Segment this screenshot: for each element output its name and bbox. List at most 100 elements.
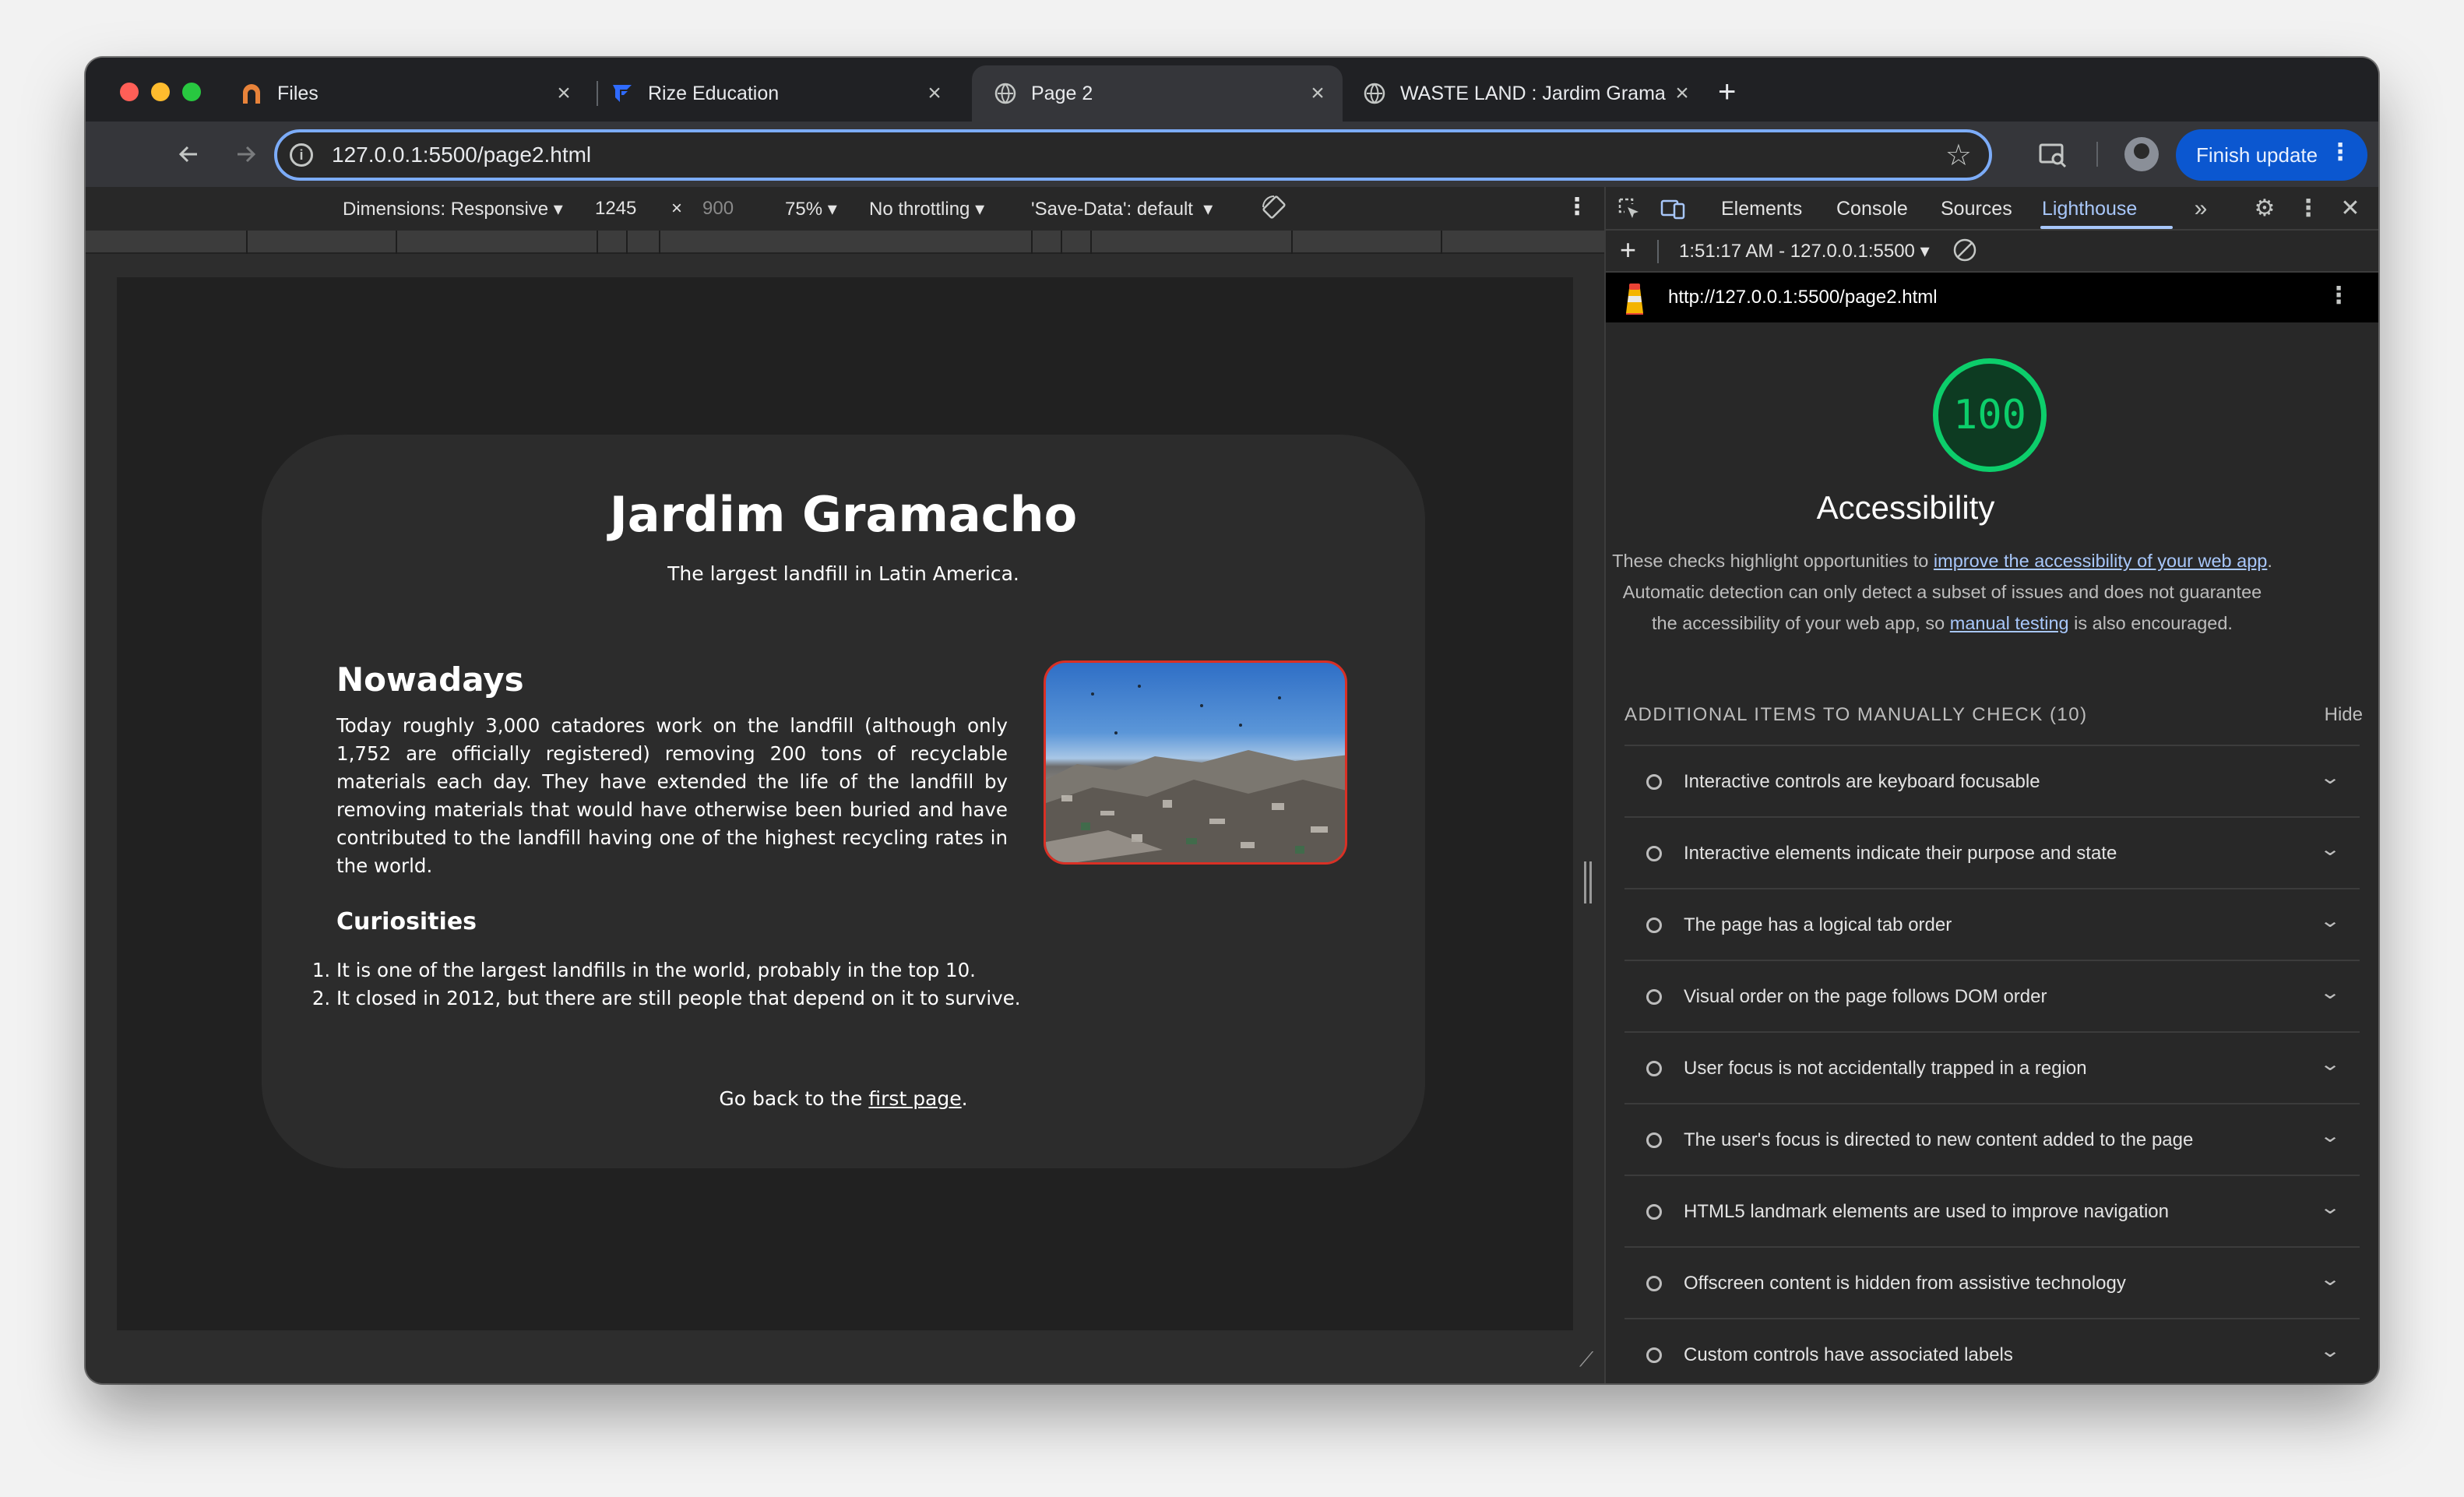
tab-close-icon[interactable]: ×: [1667, 80, 1698, 107]
expand-chevron-icon[interactable]: ⌄: [2319, 766, 2341, 789]
cast-icon[interactable]: [2037, 139, 2068, 170]
tab-files[interactable]: Files ×: [218, 65, 589, 122]
expand-chevron-icon[interactable]: ⌄: [2319, 1053, 2341, 1076]
active-tab-indicator: [2040, 226, 2173, 229]
score-value: 100: [1953, 392, 2026, 439]
audit-row[interactable]: User focus is not accidentally trapped i…: [1624, 1031, 2360, 1103]
manual-testing-link[interactable]: manual testing: [1950, 613, 2069, 633]
expand-chevron-icon[interactable]: ⌄: [2319, 910, 2341, 932]
viewport-resize-handle-right[interactable]: [1584, 861, 1592, 903]
finish-update-button[interactable]: Finish update ⋮: [2176, 129, 2367, 181]
rotate-icon[interactable]: [1260, 193, 1288, 227]
audit-title: Offscreen content is hidden from assisti…: [1684, 1273, 2126, 1294]
height-input[interactable]: 900: [702, 198, 734, 220]
tab-waste-land[interactable]: WASTE LAND : Jardim Grama ×: [1341, 65, 1707, 122]
devtools-more-icon[interactable]: ⋮: [2296, 196, 2321, 221]
audit-title: HTML5 landmark elements are used to impr…: [1684, 1201, 2169, 1222]
save-data-select[interactable]: 'Save-Data': default ▾: [1031, 198, 1213, 220]
audit-row[interactable]: Custom controls have associated labels ⌄: [1624, 1318, 2360, 1383]
devtools-close-icon[interactable]: ✕: [2338, 196, 2363, 221]
bookmark-star-icon[interactable]: ☆: [1945, 138, 1972, 173]
audit-row[interactable]: The user's focus is directed to new cont…: [1624, 1103, 2360, 1175]
improve-accessibility-link[interactable]: improve the accessibility of your web ap…: [1934, 551, 2267, 571]
inspect-element-icon[interactable]: [1617, 196, 1642, 221]
audit-row[interactable]: The page has a logical tab order ⌄: [1624, 888, 2360, 960]
close-window-button[interactable]: [120, 83, 139, 101]
curiosities-heading: Curiosities: [336, 908, 477, 935]
audit-row[interactable]: Visual order on the page follows DOM ord…: [1624, 960, 2360, 1031]
settings-gear-icon[interactable]: ⚙: [2252, 196, 2277, 221]
curiosities-list: It is one of the largest landfills in th…: [336, 956, 1115, 1013]
report-url: http://127.0.0.1:5500/page2.html: [1668, 287, 1938, 308]
manual-checks-title: ADDITIONAL ITEMS TO MANUALLY CHECK (10): [1624, 704, 2088, 725]
address-bar[interactable]: i 127.0.0.1:5500/page2.html ☆: [274, 129, 1992, 181]
expand-chevron-icon[interactable]: ⌄: [2319, 1196, 2341, 1219]
audit-title: Interactive controls are keyboard focusa…: [1684, 771, 2040, 792]
manual-check-circle-icon: [1646, 1347, 1662, 1363]
manual-check-circle-icon: [1646, 918, 1662, 933]
expand-chevron-icon[interactable]: ⌄: [2319, 838, 2341, 861]
first-page-link[interactable]: first page: [868, 1087, 961, 1110]
device-toggle-icon[interactable]: [1660, 196, 1685, 221]
toolbar-divider: [1657, 240, 1659, 263]
audit-title: The page has a logical tab order: [1684, 914, 1952, 935]
manual-check-circle-icon: [1646, 1132, 1662, 1148]
tab-rize-education[interactable]: Rize Education ×: [589, 65, 959, 122]
maximize-window-button[interactable]: [182, 83, 201, 101]
globe-icon: [1363, 82, 1386, 105]
site-info-icon[interactable]: i: [290, 143, 313, 167]
tab-title: Rize Education: [648, 82, 780, 104]
tab-elements[interactable]: Elements: [1721, 198, 1802, 220]
zoom-select[interactable]: 75% ▾: [785, 198, 837, 220]
report-selector[interactable]: 1:51:17 AM - 127.0.0.1:5500 ▾: [1679, 240, 1930, 262]
manual-check-circle-icon: [1646, 1276, 1662, 1291]
manual-check-circle-icon: [1646, 846, 1662, 861]
width-input[interactable]: 1245: [595, 198, 636, 220]
tab-page-2[interactable]: Page 2 ×: [972, 65, 1343, 122]
landfill-photo: [1044, 660, 1347, 865]
globe-icon: [994, 82, 1017, 105]
tab-title: Files: [277, 82, 319, 104]
expand-chevron-icon[interactable]: ⌄: [2319, 1340, 2341, 1362]
audit-row[interactable]: Interactive elements indicate their purp…: [1624, 816, 2360, 888]
expand-chevron-icon[interactable]: ⌄: [2319, 1268, 2341, 1291]
hide-button[interactable]: Hide: [2325, 704, 2363, 726]
report-menu-icon[interactable]: ⋮: [2327, 282, 2350, 309]
tab-close-icon[interactable]: ×: [548, 80, 579, 107]
tab-title: Page 2: [1031, 82, 1093, 104]
desc-text: These checks highlight opportunities to: [1612, 551, 1934, 571]
tab-sources[interactable]: Sources: [1941, 198, 2012, 220]
viewport-resize-corner-icon[interactable]: ⟋: [1579, 1347, 1593, 1372]
lighthouse-toolbar: + 1:51:17 AM - 127.0.0.1:5500 ▾: [1606, 231, 2378, 273]
profile-avatar[interactable]: [2124, 137, 2159, 171]
expand-chevron-icon[interactable]: ⌄: [2319, 1125, 2341, 1147]
files-favicon-icon: [240, 82, 263, 105]
clear-reports-icon[interactable]: [1952, 237, 1978, 269]
device-more-icon[interactable]: ⋮: [1565, 193, 1589, 220]
dimensions-select[interactable]: Dimensions: Responsive ▾: [343, 198, 563, 220]
tab-close-icon[interactable]: ×: [919, 80, 950, 107]
devtools-tabbar: Elements Console Sources Lighthouse » ⚙ …: [1606, 187, 2378, 231]
tab-close-icon[interactable]: ×: [1302, 80, 1333, 107]
minimize-window-button[interactable]: [151, 83, 170, 101]
new-report-plus-icon[interactable]: +: [1620, 234, 1636, 266]
browser-window: Files × Rize Education × Page 2 × WASTE …: [86, 58, 2378, 1383]
throttling-select[interactable]: No throttling ▾: [869, 198, 984, 220]
audit-row[interactable]: HTML5 landmark elements are used to impr…: [1624, 1175, 2360, 1246]
tab-lighthouse[interactable]: Lighthouse: [2042, 198, 2137, 220]
manual-check-circle-icon: [1646, 1061, 1662, 1076]
page-title: Jardim Gramacho: [609, 486, 1078, 543]
expand-chevron-icon[interactable]: ⌄: [2319, 981, 2341, 1004]
new-tab-button[interactable]: +: [1718, 75, 1736, 109]
lighthouse-logo-icon: [1620, 280, 1649, 315]
score-gauge: 100: [1933, 358, 2047, 472]
audit-row[interactable]: Interactive controls are keyboard focusa…: [1624, 745, 2360, 816]
tab-console[interactable]: Console: [1836, 198, 1908, 220]
more-tabs-chevron-icon[interactable]: »: [2188, 196, 2213, 221]
finish-update-label: Finish update: [2196, 143, 2318, 167]
address-url[interactable]: 127.0.0.1:5500/page2.html: [332, 143, 1945, 167]
back-arrow-icon[interactable]: [171, 137, 206, 171]
forward-arrow-icon[interactable]: [229, 137, 263, 171]
section-body: Today roughly 3,000 catadores work on th…: [336, 714, 1008, 877]
audit-row[interactable]: Offscreen content is hidden from assisti…: [1624, 1246, 2360, 1318]
